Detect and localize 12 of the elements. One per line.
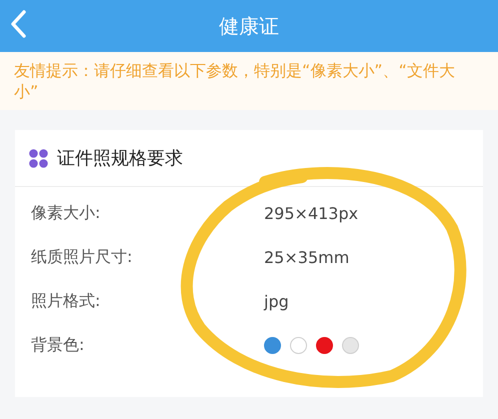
field-label: 纸质照片尺寸: xyxy=(30,246,134,268)
field-label: 照片格式: xyxy=(30,290,102,312)
card-title: 证件照规格要求 xyxy=(57,147,183,170)
grid-icon xyxy=(29,148,48,168)
back-icon xyxy=(10,10,26,38)
field-label: 背景色: xyxy=(30,334,86,356)
field-value: 295×413px xyxy=(264,204,358,222)
field-label: 像素大小: xyxy=(30,202,102,224)
field-value: 25×35mm xyxy=(264,248,350,266)
page-title: 健康证 xyxy=(219,12,279,40)
field-value: jpg xyxy=(264,292,289,310)
tip-text: 友情提示：请仔细查看以下参数，特别是“像素大小”、“文件大小” xyxy=(14,60,456,102)
